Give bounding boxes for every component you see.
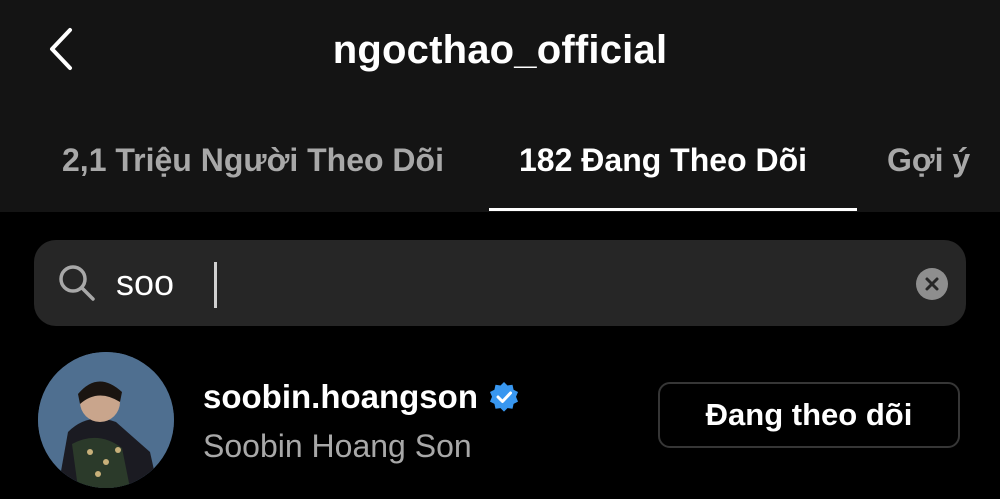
verified-badge-icon bbox=[489, 382, 518, 412]
tab-suggestions[interactable]: Gợi ý bbox=[887, 130, 970, 212]
list-item[interactable]: soobin.hoangson Soobin Hoang Son Đang th… bbox=[0, 350, 1000, 499]
search-input[interactable] bbox=[116, 254, 896, 312]
username[interactable]: soobin.hoangson bbox=[203, 378, 520, 416]
header-bar: ngocthao_official 2,1 Triệu Người Theo D… bbox=[0, 0, 1000, 212]
username-text: soobin.hoangson bbox=[203, 378, 478, 415]
text-caret bbox=[214, 262, 217, 308]
following-button[interactable]: Đang theo dõi bbox=[658, 382, 960, 448]
clear-icon bbox=[925, 277, 939, 291]
tab-following[interactable]: 182 Đang Theo Dõi bbox=[519, 130, 807, 212]
tab-followers[interactable]: 2,1 Triệu Người Theo Dõi bbox=[62, 130, 444, 212]
search-bar[interactable] bbox=[34, 240, 966, 326]
clear-search-button[interactable] bbox=[916, 268, 948, 300]
page-title: ngocthao_official bbox=[332, 28, 668, 72]
avatar[interactable] bbox=[38, 352, 174, 488]
tab-bar: 2,1 Triệu Người Theo Dõi 182 Đang Theo D… bbox=[0, 130, 1000, 212]
active-tab-indicator bbox=[489, 208, 857, 211]
full-name: Soobin Hoang Son bbox=[203, 428, 472, 464]
search-icon bbox=[59, 265, 95, 301]
avatar-image bbox=[38, 352, 174, 488]
